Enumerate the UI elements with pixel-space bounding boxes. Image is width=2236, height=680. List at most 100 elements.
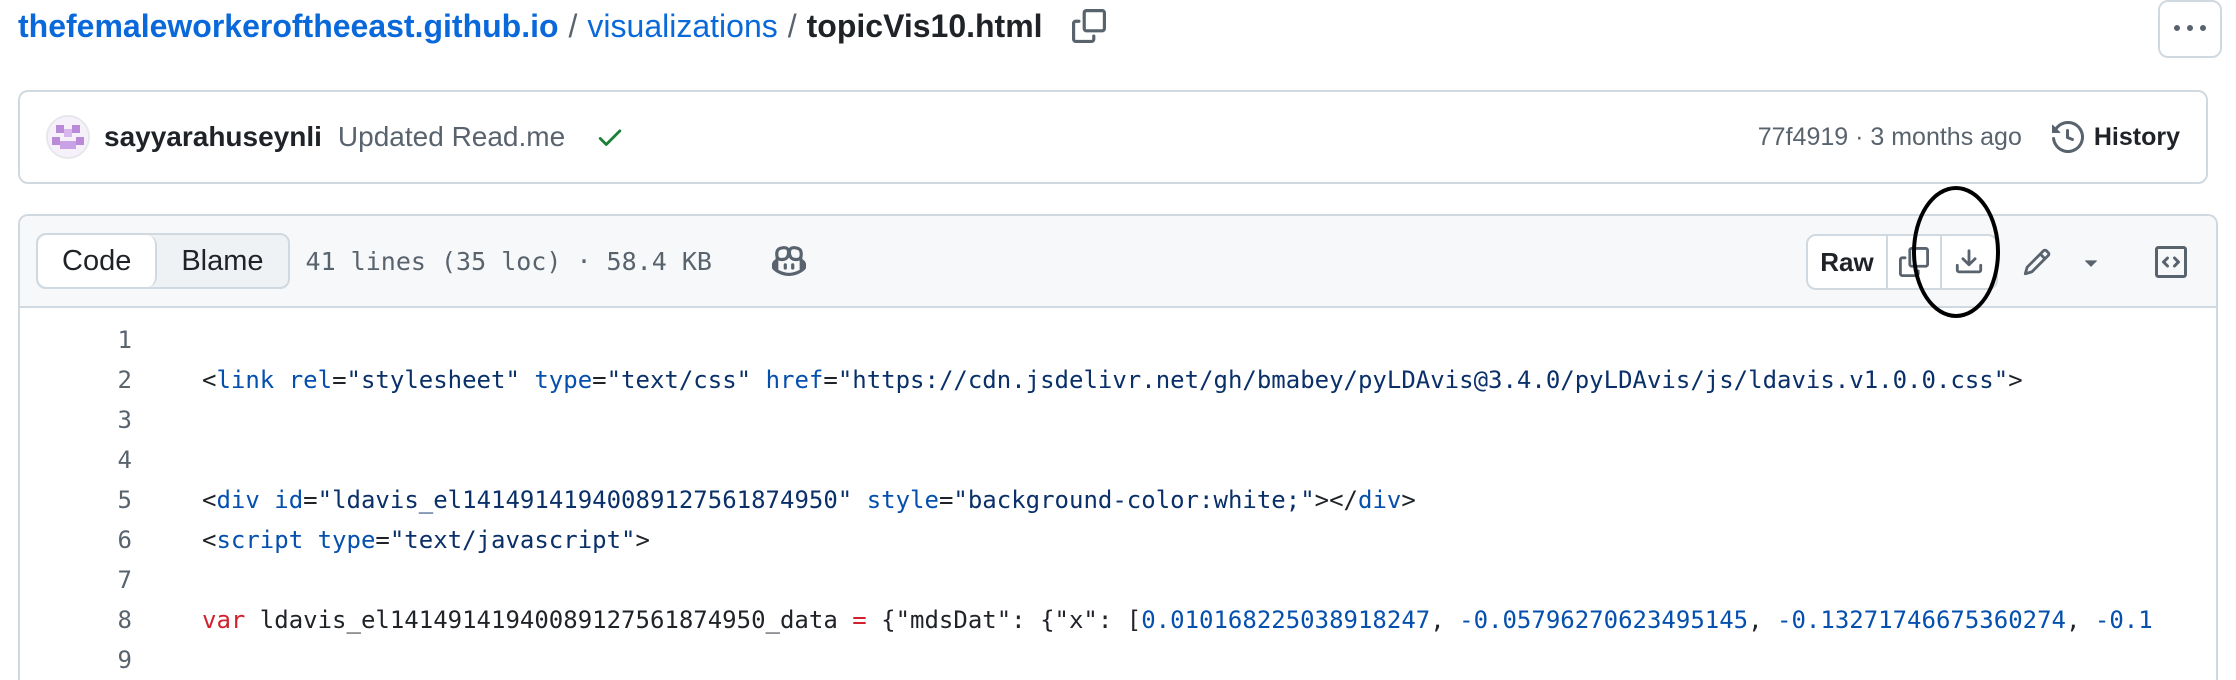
code-token: -0.05796270623495145 — [1459, 606, 1749, 634]
line-number[interactable]: 9 — [20, 646, 132, 674]
annotation-circle — [1912, 186, 2000, 318]
code-token: = — [303, 486, 318, 514]
code-token: > — [635, 526, 650, 554]
code-token: < — [202, 526, 217, 554]
history-icon — [2051, 121, 2084, 153]
code-token: 0.010168225038918247 — [1141, 606, 1431, 634]
code-token: type — [534, 366, 593, 394]
code-token: div — [216, 486, 260, 514]
commit-author-link[interactable]: sayyarahuseynli — [104, 121, 322, 153]
code-token: "stylesheet" — [346, 366, 520, 394]
breadcrumb-repo-link[interactable]: thefemaleworkeroftheeast.github.io — [18, 8, 559, 45]
kebab-horizontal-icon — [2174, 25, 2206, 31]
code-line: 8 var ldavis_el14149141940089127561874950… — [20, 600, 2216, 640]
code-line: 3 — [20, 400, 2216, 440]
code-token: = — [375, 526, 390, 554]
code-token: "background-color:white;" — [953, 486, 1315, 514]
code-token: -0.13271746675360274 — [1777, 606, 2066, 634]
code-token: type — [317, 526, 376, 554]
code-token: = — [332, 366, 347, 394]
tab-blame[interactable]: Blame — [157, 235, 287, 287]
code-line: 9 — [20, 640, 2216, 680]
code-token: > — [2008, 366, 2023, 394]
line-content: <script type="text/javascript"> — [202, 526, 650, 554]
code-token: "text/javascript" — [389, 526, 636, 554]
line-number[interactable]: 7 — [20, 566, 132, 594]
code-line: 5 <div id="ldavis_el141491419400891275618… — [20, 480, 2216, 520]
line-number[interactable]: 2 — [20, 366, 132, 394]
copy-icon — [1071, 9, 1106, 43]
code-token: , — [1748, 606, 1778, 634]
avatar[interactable] — [46, 115, 90, 159]
code-token: , — [1430, 606, 1460, 634]
latest-commit-bar: sayyarahuseynli Updated Read.me 77f4919 … — [18, 90, 2208, 184]
code-view: 1 2 <link rel="stylesheet" type="text/css"… — [20, 308, 2216, 680]
symbols-panel-button[interactable] — [2146, 234, 2196, 290]
code-token: "text/css" — [606, 366, 752, 394]
code-token: ldavis_el14149141940089127561874950_data — [245, 606, 853, 634]
code-token: href — [765, 366, 824, 394]
line-content: var ldavis_el14149141940089127561874950_… — [202, 606, 2153, 634]
breadcrumb-current-file: topicVis10.html — [806, 7, 1043, 44]
identicon-icon — [48, 117, 88, 157]
tab-code[interactable]: Code — [38, 235, 158, 287]
code-token: = — [852, 606, 867, 634]
code-token: < — [202, 366, 217, 394]
history-label: History — [2093, 122, 2180, 151]
code-line: 4 — [20, 440, 2216, 480]
code-token: > — [1401, 486, 1416, 514]
raw-button[interactable]: Raw — [1808, 236, 1888, 288]
breadcrumb-separator: / — [568, 7, 578, 44]
copilot-icon — [771, 246, 806, 276]
edit-file-button[interactable] — [2010, 234, 2064, 290]
file-viewer: Code Blame 41 lines (35 loc) · 58.4 KB R… — [18, 214, 2218, 680]
code-line: 6 <script type="text/javascript"> — [20, 520, 2216, 560]
line-content: <link rel="stylesheet" type="text/css" h… — [202, 366, 2023, 394]
code-token: = — [823, 366, 838, 394]
code-line: 1 — [20, 320, 2216, 360]
line-number[interactable]: 1 — [20, 326, 132, 354]
code-token: var — [202, 606, 246, 634]
pencil-icon — [2023, 248, 2051, 276]
check-icon[interactable] — [595, 122, 625, 152]
code-token: , — [2066, 606, 2095, 634]
history-button[interactable]: History — [2051, 121, 2180, 153]
line-number[interactable]: 3 — [20, 406, 132, 434]
file-stats: 41 lines (35 loc) · 58.4 KB — [305, 246, 712, 276]
line-number[interactable]: 6 — [20, 526, 132, 554]
commit-hash-and-time[interactable]: 77f4919 · 3 months ago — [1758, 123, 2022, 152]
code-token: "https://cdn.jsdelivr.net/gh/bmabey/pyLD… — [837, 366, 2009, 394]
file-header: Code Blame 41 lines (35 loc) · 58.4 KB R… — [20, 216, 2216, 308]
code-square-icon — [2155, 246, 2187, 278]
code-line: 2 <link rel="stylesheet" type="text/css" … — [20, 360, 2216, 400]
line-number[interactable]: 4 — [20, 446, 132, 474]
breadcrumb-separator: / — [787, 7, 797, 44]
line-content: <div id="ldavis_el1414914194008912756187… — [202, 486, 1416, 514]
code-token: id — [274, 486, 304, 514]
commit-message-link[interactable]: Updated Read.me — [338, 121, 565, 153]
line-number[interactable]: 8 — [20, 606, 132, 634]
code-token: ></ — [1314, 486, 1358, 514]
code-token: div — [1358, 486, 1402, 514]
triangle-down-icon — [2085, 260, 2097, 267]
line-number[interactable]: 5 — [20, 486, 132, 514]
breadcrumb-folder-link[interactable]: visualizations — [587, 8, 777, 45]
code-token: = — [592, 366, 607, 394]
code-token: = — [938, 486, 954, 514]
code-token: "ldavis_el14149141940089127561874950" — [317, 486, 853, 514]
more-options-button[interactable] — [2158, 0, 2222, 58]
code-token: < — [202, 486, 217, 514]
copy-path-button[interactable] — [1069, 6, 1109, 46]
code-blame-toggle: Code Blame — [36, 233, 290, 289]
code-token: script — [216, 526, 304, 554]
copilot-button[interactable] — [771, 244, 806, 278]
code-token: link — [216, 366, 275, 394]
code-token: rel — [288, 366, 333, 394]
edit-options-dropdown[interactable] — [2064, 234, 2118, 290]
